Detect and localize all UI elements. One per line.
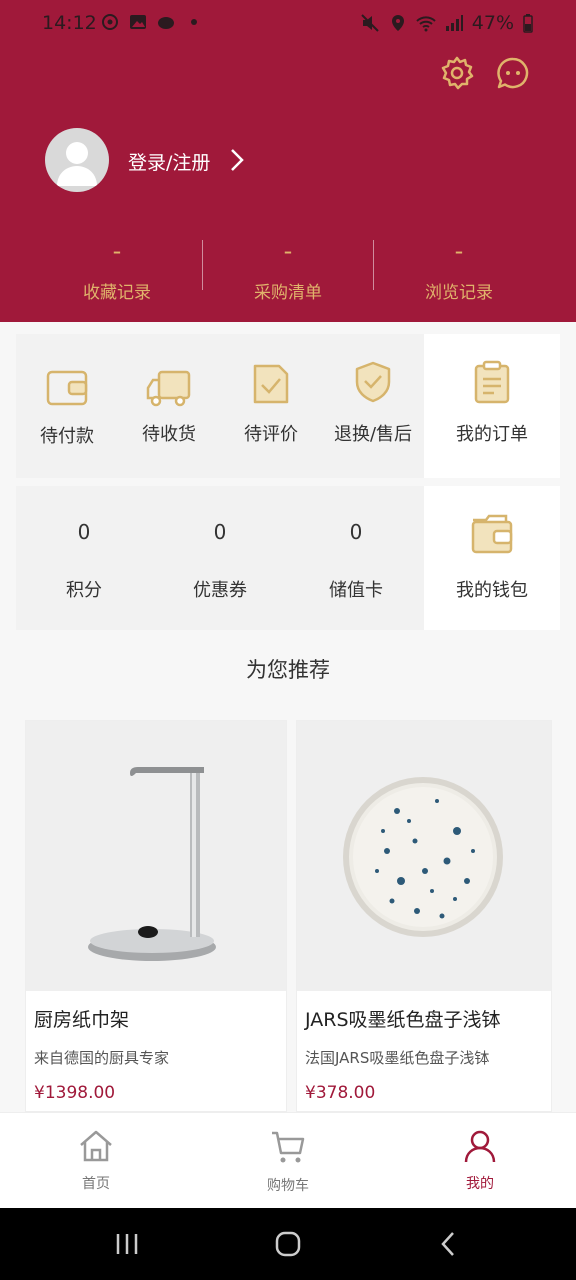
points-item[interactable]: 0 积分 bbox=[16, 486, 152, 630]
battery-icon bbox=[523, 14, 533, 33]
message-icon[interactable] bbox=[495, 55, 531, 91]
product-price: ¥1398.00 bbox=[34, 1083, 116, 1103]
pending-receipt-label: 待收货 bbox=[142, 424, 196, 445]
location-icon bbox=[391, 15, 404, 31]
my-orders-label: 我的订单 bbox=[456, 424, 528, 445]
product-card[interactable]: 厨房纸巾架 来自德国的厨具专家 ¥1398.00 bbox=[25, 720, 287, 1112]
recent-apps-icon[interactable] bbox=[114, 1232, 140, 1256]
review-icon bbox=[253, 364, 289, 404]
product-name: 厨房纸巾架 bbox=[34, 1009, 130, 1031]
pending-receipt-item[interactable]: 待收货 bbox=[118, 334, 220, 478]
product-image bbox=[297, 721, 551, 991]
coupons-item[interactable]: 0 优惠券 bbox=[152, 486, 288, 630]
bottom-tab-bar: 首页 购物车 我的 bbox=[0, 1112, 576, 1208]
history-stat[interactable]: - 浏览记录 bbox=[374, 236, 544, 303]
product-desc: 法国JARS吸墨纸色盘子浅钵 bbox=[305, 1049, 490, 1067]
coupons-label: 优惠券 bbox=[193, 580, 247, 601]
pending-payment-label: 待付款 bbox=[40, 426, 94, 447]
notification-icons bbox=[100, 12, 204, 32]
tab-home[interactable]: 首页 bbox=[0, 1113, 192, 1209]
login-register-link[interactable]: 登录/注册 bbox=[128, 148, 210, 175]
tab-mine[interactable]: 我的 bbox=[384, 1113, 576, 1209]
home-icon bbox=[80, 1130, 112, 1162]
chevron-right-icon[interactable] bbox=[228, 146, 246, 174]
favorites-label: 收藏记录 bbox=[83, 283, 151, 303]
signal-icon bbox=[445, 15, 463, 31]
sync-icon bbox=[102, 14, 118, 30]
cloud-icon bbox=[158, 17, 174, 29]
orders-card: 待付款 待收货 待评价 退换/售后 我的订单 bbox=[16, 334, 560, 478]
battery-percent: 47% bbox=[471, 12, 514, 34]
pending-payment-item[interactable]: 待付款 bbox=[16, 334, 118, 478]
stored-value-card-item[interactable]: 0 储值卡 bbox=[288, 486, 424, 630]
after-sales-item[interactable]: 退换/售后 bbox=[322, 334, 424, 478]
stored-value-card-label: 储值卡 bbox=[329, 580, 383, 601]
mute-icon bbox=[361, 14, 379, 32]
recommend-title: 为您推荐 bbox=[246, 658, 330, 682]
purchase-list-count: - bbox=[283, 237, 293, 265]
assets-card: 0 积分 0 优惠券 0 储值卡 我的钱包 bbox=[16, 486, 560, 630]
my-wallet-label: 我的钱包 bbox=[456, 580, 528, 601]
wifi-icon bbox=[416, 16, 436, 32]
purchase-list-label: 采购清单 bbox=[254, 283, 322, 303]
my-orders-button[interactable]: 我的订单 bbox=[424, 334, 560, 478]
points-value: 0 bbox=[77, 520, 91, 544]
history-label: 浏览记录 bbox=[425, 283, 493, 303]
purchase-list-stat[interactable]: - 采购清单 bbox=[203, 236, 373, 303]
home-button-icon[interactable] bbox=[274, 1230, 302, 1258]
history-count: - bbox=[454, 237, 464, 265]
profile-header: 14:12 47% 登录/注册 - 收藏记录 - 采购清单 - 浏览记录 bbox=[0, 0, 576, 322]
after-sales-label: 退换/售后 bbox=[333, 424, 413, 445]
speckled-plate-image bbox=[343, 777, 503, 937]
product-image bbox=[26, 721, 286, 991]
tab-cart-label: 购物车 bbox=[267, 1178, 309, 1194]
system-icons: 47% bbox=[360, 12, 534, 34]
product-price: ¥378.00 bbox=[305, 1083, 376, 1103]
status-time: 14:12 bbox=[42, 12, 97, 34]
stored-value-card-value: 0 bbox=[349, 520, 363, 544]
product-card[interactable]: JARS吸墨纸色盘子浅钵 法国JARS吸墨纸色盘子浅钵 ¥378.00 bbox=[296, 720, 552, 1112]
tab-cart[interactable]: 购物车 bbox=[192, 1113, 384, 1209]
favorites-stat[interactable]: - 收藏记录 bbox=[32, 236, 202, 303]
paper-towel-holder-image bbox=[88, 767, 216, 961]
user-icon bbox=[464, 1130, 496, 1163]
pending-review-label: 待评价 bbox=[244, 424, 298, 445]
gallery-icon bbox=[130, 15, 146, 29]
avatar[interactable] bbox=[45, 128, 109, 192]
product-name: JARS吸墨纸色盘子浅钵 bbox=[305, 1009, 501, 1031]
wallet-icon bbox=[46, 370, 88, 406]
my-wallet-button[interactable]: 我的钱包 bbox=[424, 486, 560, 630]
truck-icon bbox=[146, 370, 191, 407]
cart-icon bbox=[272, 1131, 305, 1163]
tab-mine-label: 我的 bbox=[466, 1176, 494, 1192]
system-nav-bar bbox=[0, 1208, 576, 1280]
product-desc: 来自德国的厨具专家 bbox=[34, 1049, 170, 1067]
settings-icon[interactable] bbox=[439, 55, 475, 91]
dot-icon bbox=[191, 19, 197, 25]
user-placeholder-icon bbox=[57, 142, 97, 186]
coupons-value: 0 bbox=[213, 520, 227, 544]
shield-icon bbox=[355, 361, 391, 403]
status-bar: 14:12 47% bbox=[0, 0, 576, 48]
points-label: 积分 bbox=[66, 580, 102, 601]
pending-review-item[interactable]: 待评价 bbox=[220, 334, 322, 478]
clipboard-icon bbox=[474, 360, 510, 404]
wallet-icon bbox=[471, 514, 513, 554]
back-icon[interactable] bbox=[438, 1230, 458, 1258]
favorites-count: - bbox=[112, 237, 122, 265]
tab-home-label: 首页 bbox=[82, 1176, 110, 1192]
